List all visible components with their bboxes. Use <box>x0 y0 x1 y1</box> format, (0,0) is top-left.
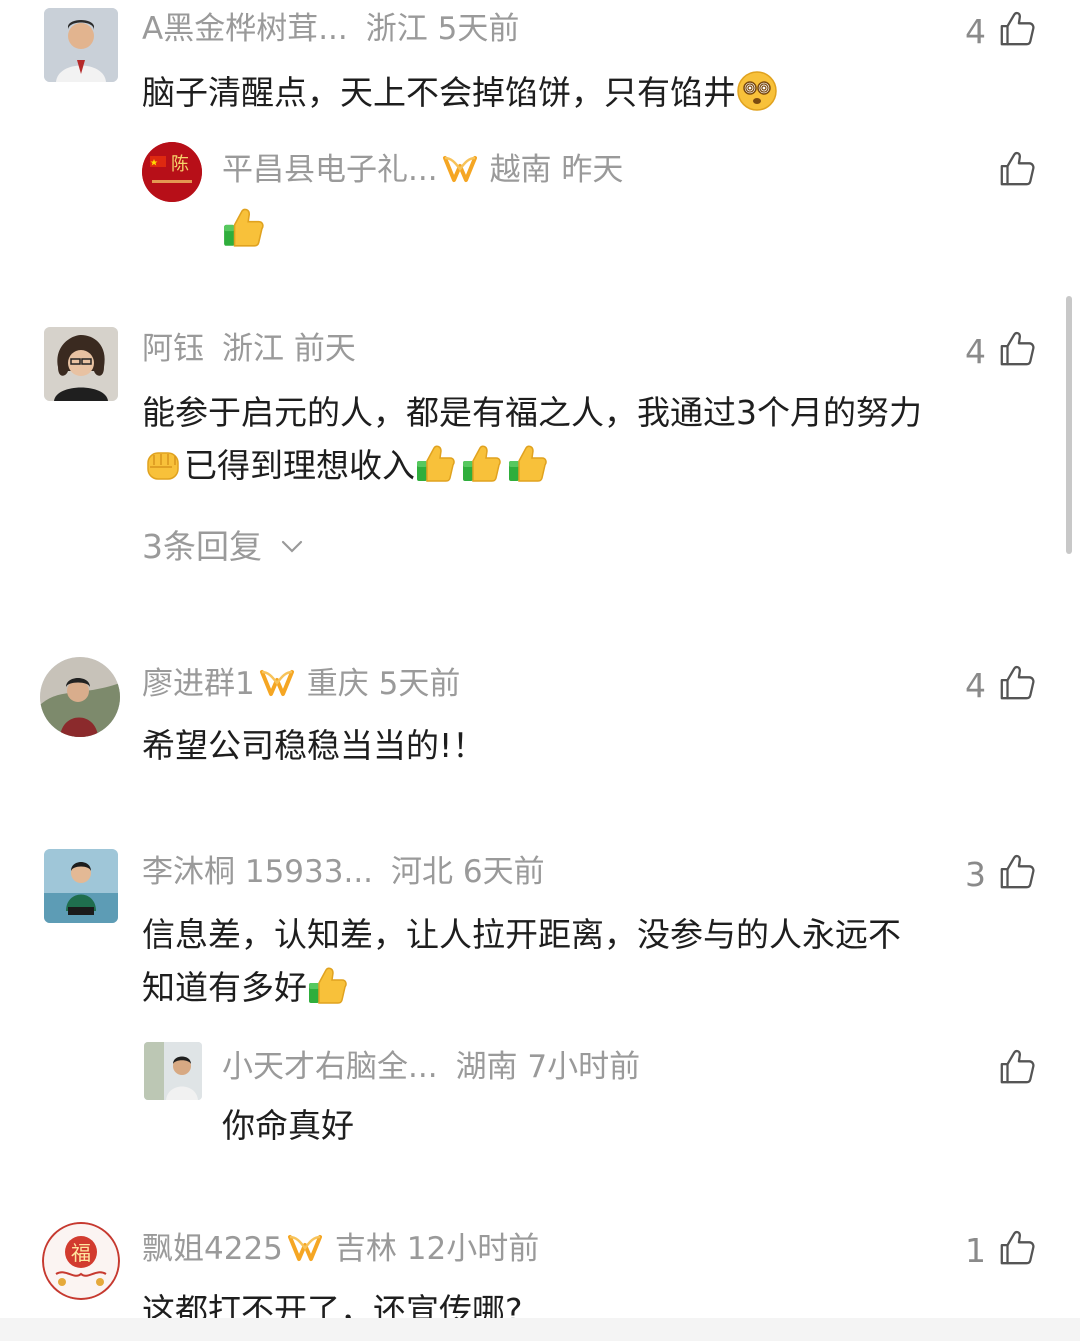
thumbs-up-emoji-icon <box>507 443 549 485</box>
bottom-bar <box>0 1318 1080 1341</box>
avatar[interactable] <box>44 327 118 401</box>
comment-text-line: 知道有多好 <box>142 961 349 1015</box>
like-count: 4 <box>965 12 986 51</box>
reply-text: 你命真好 <box>222 1106 354 1145</box>
avatar-character: 陈 <box>171 154 189 175</box>
like-count: 3 <box>965 855 986 894</box>
vip-badge-icon <box>287 1233 323 1263</box>
comment-meta: 李沐桐 15933... 河北 6天前 <box>142 857 545 888</box>
vip-badge-icon <box>259 668 295 698</box>
location: 浙江 <box>222 331 284 367</box>
scrollbar[interactable] <box>1066 296 1072 554</box>
comment-meta: A黑金桦树茸... 浙江 5天前 <box>142 14 519 45</box>
avatar[interactable] <box>44 8 118 82</box>
fist-emoji-icon <box>147 452 179 480</box>
timestamp: 6天前 <box>462 854 545 890</box>
username[interactable]: 阿钰 <box>142 331 204 367</box>
location: 河北 <box>391 854 454 890</box>
username[interactable]: A黑金桦树茸... <box>142 11 348 47</box>
username[interactable]: 飘姐4225 <box>142 1231 283 1267</box>
thumbs-up-emoji-icon <box>415 443 457 485</box>
avatar[interactable]: 福 <box>42 1222 120 1300</box>
like-icon[interactable] <box>998 330 1036 368</box>
comment-text-line: 已得到理想收入 <box>142 439 549 493</box>
avatar-character: 福 <box>71 1241 91 1265</box>
location: 重庆 <box>306 666 369 702</box>
timestamp: 5天前 <box>378 666 461 702</box>
replies-label: 3条回复 <box>142 527 262 566</box>
comment-text-line: 能参于启元的人，都是有福之人，我通过3个月的努力 <box>142 393 922 432</box>
like-icon[interactable] <box>998 150 1036 188</box>
dizzy-face-emoji-icon <box>737 71 777 111</box>
comment-meta: 阿钰 浙江 前天 <box>142 334 356 365</box>
reply-avatar[interactable] <box>144 1042 202 1100</box>
thumbs-up-emoji-icon <box>222 206 266 250</box>
view-replies-button[interactable]: 3条回复 <box>142 530 305 563</box>
reply-timestamp: 昨天 <box>561 152 624 188</box>
like-count: 1 <box>965 1231 986 1270</box>
comment-text: 脑子清醒点，天上不会掉馅饼，只有馅井 <box>142 66 778 120</box>
like-icon[interactable] <box>998 1048 1036 1086</box>
reply-username[interactable]: 小天才右脑全... <box>222 1049 438 1085</box>
reply-location: 越南 <box>489 152 552 188</box>
timestamp: 12小时前 <box>406 1231 540 1267</box>
location: 吉林 <box>334 1231 397 1267</box>
comment-text: 希望公司稳稳当当的!！ <box>142 726 486 765</box>
reply-meta: 小天才右脑全... 湖南 7小时前 <box>222 1052 640 1083</box>
thumbs-up-emoji-icon <box>307 965 349 1007</box>
reply-meta: 平昌县电子礼... 越南 昨天 <box>222 154 623 186</box>
chevron-down-icon <box>281 540 302 553</box>
timestamp: 前天 <box>293 331 356 367</box>
like-count: 4 <box>965 332 986 371</box>
avatar[interactable] <box>40 657 120 737</box>
reply-avatar[interactable]: 陈 <box>142 142 202 202</box>
location: 浙江 <box>365 11 428 47</box>
comment-text-line: 信息差，认知差，让人拉开距离，没参与的人永远不 <box>142 915 901 954</box>
like-icon[interactable] <box>998 10 1036 48</box>
username[interactable]: 李沐桐 15933... <box>142 854 373 890</box>
thumbs-up-emoji-icon <box>461 443 503 485</box>
reply-username[interactable]: 平昌县电子礼... <box>222 152 438 188</box>
comment-meta: 飘姐4225 吉林 12小时前 <box>142 1233 539 1265</box>
vip-badge-icon <box>442 154 478 184</box>
reply-location: 湖南 <box>455 1049 518 1085</box>
reply-timestamp: 7小时前 <box>527 1049 641 1085</box>
like-icon[interactable] <box>998 664 1036 702</box>
like-icon[interactable] <box>998 853 1036 891</box>
timestamp: 5天前 <box>437 11 520 47</box>
like-count: 4 <box>965 666 986 705</box>
avatar[interactable] <box>44 849 118 923</box>
username[interactable]: 廖进群1 <box>142 666 255 702</box>
comment-meta: 廖进群1 重庆 5天前 <box>142 668 460 700</box>
like-icon[interactable] <box>998 1229 1036 1267</box>
